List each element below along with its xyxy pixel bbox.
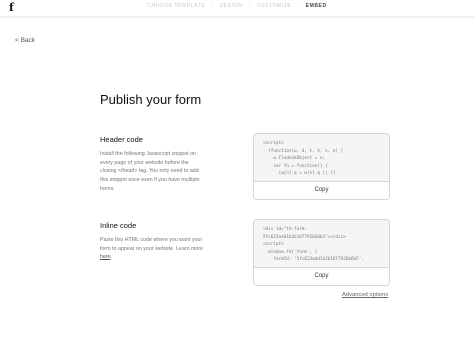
inline-code-snippet[interactable]: <div id="fd-form- 5fc623add1b2b16f7926b6… <box>254 220 389 268</box>
learn-more-link[interactable]: here <box>100 254 111 260</box>
step-choose-template[interactable]: CHOOSE TEMPLATE <box>147 3 205 9</box>
inline-code-text[interactable]: <div id="fd-form- 5fc623add1b2b16f7926b6… <box>263 226 389 264</box>
page-title: Publish your form <box>100 92 202 107</box>
header-code-description: Install the following Javascript snippet… <box>100 151 200 192</box>
header-code-snippet[interactable]: <script> (function(w, d, t, h, s, n) { w… <box>254 134 389 182</box>
step-embed[interactable]: EMBED <box>306 3 327 9</box>
step-customize[interactable]: CUSTOMIZE <box>257 3 292 9</box>
inline-code-description-text: Paste this HTML code where you want your… <box>100 237 204 252</box>
inline-code-box: <div id="fd-form- 5fc623add1b2b16f7926b6… <box>253 219 390 286</box>
copy-header-code-button[interactable]: Copy <box>254 182 389 199</box>
step-design[interactable]: DESIGN <box>220 3 243 9</box>
inline-code-description-end: . <box>110 254 113 261</box>
inline-code-title: Inline code <box>100 221 137 230</box>
copy-inline-code-button[interactable]: Copy <box>254 268 389 285</box>
header-code-box: <script> (function(w, d, t, h, s, n) { w… <box>253 133 390 200</box>
header-code-title: Header code <box>100 135 143 144</box>
inline-code-description: Paste this HTML code where you want your… <box>100 236 206 262</box>
header-code-text[interactable]: <script> (function(w, d, t, h, s, n) { w… <box>263 140 389 178</box>
step-separator: › <box>297 3 300 9</box>
advanced-options-link[interactable]: Advanced options <box>342 292 388 298</box>
step-separator: › <box>248 3 251 9</box>
wizard-steps: CHOOSE TEMPLATE › DESIGN › CUSTOMIZE › E… <box>0 3 474 10</box>
step-separator: › <box>211 3 214 9</box>
back-link[interactable]: < Back <box>15 37 35 44</box>
top-bar: f CHOOSE TEMPLATE › DESIGN › CUSTOMIZE ›… <box>0 0 474 17</box>
